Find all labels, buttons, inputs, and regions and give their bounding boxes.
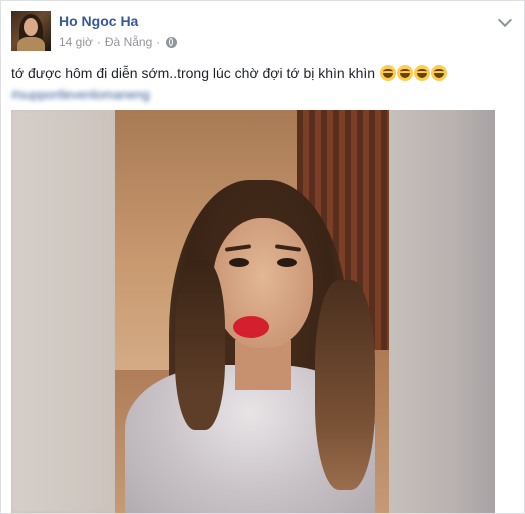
tears-of-joy-emoji-icon xyxy=(430,65,447,81)
tears-of-joy-emoji-icon xyxy=(379,65,396,81)
tears-of-joy-emoji-icon xyxy=(413,65,430,81)
post-location[interactable]: Đà Nẵng xyxy=(105,35,152,49)
video-letterbox-left xyxy=(11,110,115,513)
meta-separator: · xyxy=(96,35,101,49)
globe-icon[interactable] xyxy=(166,36,178,48)
post-meta: 14 giờ · Đà Nẵng · xyxy=(59,35,178,49)
meta-dot: · xyxy=(156,35,161,49)
post-card: Ho Ngoc Ha 14 giờ · Đà Nẵng · tớ được hô… xyxy=(0,0,525,514)
hashtag-link[interactable]: #supportlevenlomaneng xyxy=(11,87,150,102)
tears-of-joy-emoji-icon xyxy=(396,65,413,81)
author-name[interactable]: Ho Ngoc Ha xyxy=(59,13,138,29)
video-letterbox-right xyxy=(389,110,495,513)
post-time[interactable]: 14 giờ xyxy=(59,35,93,49)
video-frame[interactable] xyxy=(115,110,389,513)
post-video[interactable] xyxy=(11,110,495,513)
post-text: tớ được hôm đi diễn sớm..trong lúc chờ đ… xyxy=(11,65,447,81)
author-avatar[interactable] xyxy=(11,11,51,51)
chevron-down-icon[interactable] xyxy=(497,12,513,28)
post-text-body: tớ được hôm đi diễn sớm..trong lúc chờ đ… xyxy=(11,65,376,81)
